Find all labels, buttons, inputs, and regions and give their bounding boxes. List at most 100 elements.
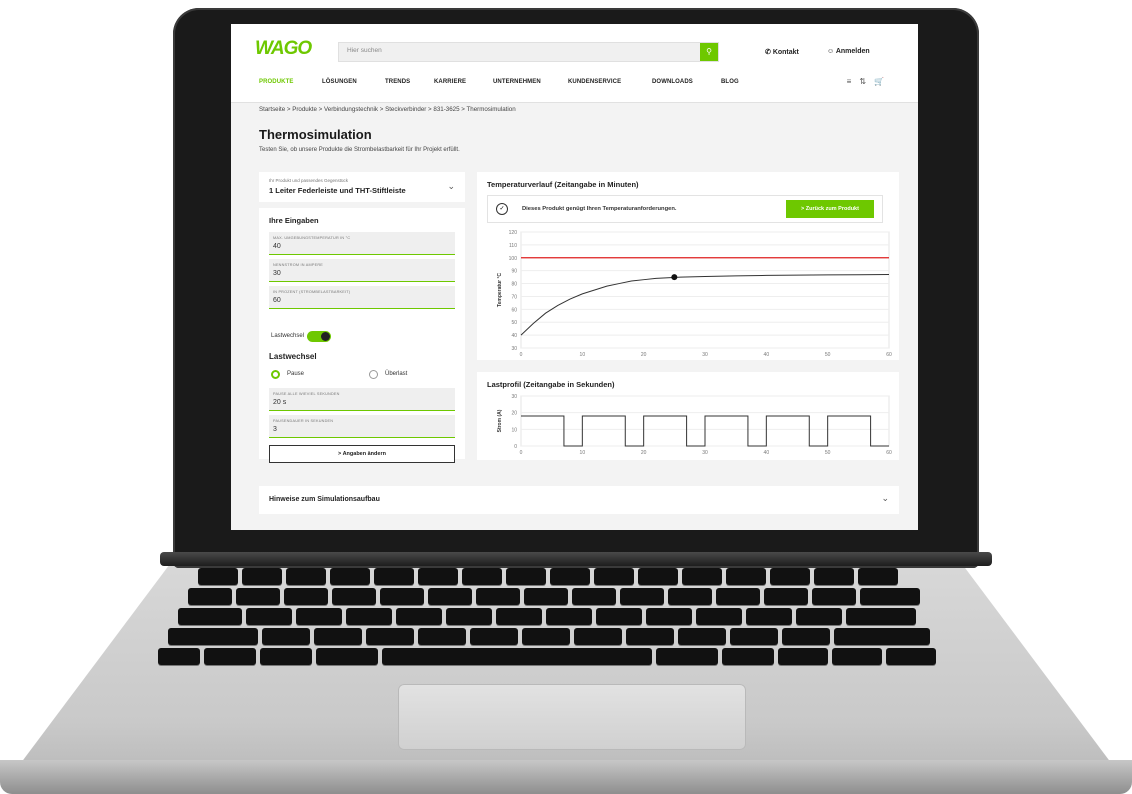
- x-tick-label: 40: [764, 450, 770, 456]
- accordion-title: Hinweise zum Simulationsaufbau: [269, 496, 380, 503]
- temperature-chart: 30 40 50 60 70 80 90 100 110 120 0 10 20 30 40 50 60 Temp…: [497, 230, 892, 358]
- x-tick-label: 0: [520, 450, 523, 456]
- y-tick-label: 70: [511, 294, 517, 300]
- y-tick-label: 60: [511, 307, 517, 313]
- field-value: 40: [273, 243, 281, 250]
- nav-produkte[interactable]: PRODUKTE: [259, 79, 293, 85]
- x-tick-label: 50: [825, 450, 831, 456]
- pause-duration-field[interactable]: PAUSENDAUER IN SEKUNDEN 3: [269, 415, 455, 438]
- field-value: 60: [273, 297, 281, 304]
- y-tick-label: 40: [511, 333, 517, 339]
- status-box: ✓ Dieses Produkt genügt Ihren Temperatur…: [487, 195, 883, 223]
- login-label: Anmelden: [835, 48, 870, 55]
- key-row-4: [168, 628, 930, 645]
- radio-overload-label: Überlast: [385, 371, 408, 377]
- y-tick-label: 50: [511, 320, 517, 326]
- field-label: PAUSE ALLE WIEVIEL SEKUNDEN: [273, 392, 340, 396]
- compare-icon[interactable]: ≡: [847, 77, 860, 86]
- field-value: 20 s: [273, 399, 287, 406]
- key-row-1: [198, 568, 898, 585]
- sync-icon[interactable]: ⇅: [859, 77, 874, 86]
- x-tick-label: 10: [580, 352, 586, 358]
- y-tick-label: 100: [509, 256, 518, 262]
- field-label: NENNSTROM IN AMPERE: [273, 263, 324, 267]
- radio-pause-label: Pause: [287, 371, 305, 377]
- x-tick-label: 30: [702, 450, 708, 456]
- key-row-2: [188, 588, 920, 605]
- field-value: 30: [273, 270, 281, 277]
- nav-loesungen[interactable]: LÖSUNGEN: [322, 79, 357, 85]
- page-title: Thermosimulation: [259, 127, 372, 142]
- y-tick-label: 110: [509, 243, 517, 249]
- radio-overload[interactable]: [369, 370, 378, 379]
- nav-downloads[interactable]: DOWNLOADS: [652, 79, 693, 85]
- contact-label: Kontakt: [772, 49, 799, 56]
- search-placeholder: Hier suchen: [347, 47, 382, 54]
- field-value: 3: [273, 426, 277, 433]
- field-label: PAUSENDAUER IN SEKUNDEN: [273, 419, 334, 423]
- x-tick-label: 40: [764, 352, 770, 358]
- user-icon: ☺: [827, 48, 836, 55]
- browser-screen: WAGO Hier suchen ⚲ ✆ Kontakt ☺ Anmelden …: [231, 24, 918, 530]
- x-tick-label: 0: [520, 352, 523, 358]
- load-profile-panel: Lastprofil (Zeitangabe in Sekunden) 0 10 2…: [477, 372, 899, 460]
- wago-logo[interactable]: WAGO: [255, 38, 312, 60]
- nav-unternehmen[interactable]: UNTERNEHMEN: [493, 79, 541, 85]
- field-label: MAX. UMGEBUNGSTEMPERATUR IN °C: [273, 236, 351, 240]
- check-circle-icon: ✓: [496, 203, 508, 215]
- x-tick-label: 30: [702, 352, 708, 358]
- ambient-temp-field[interactable]: MAX. UMGEBUNGSTEMPERATUR IN °C 40: [269, 232, 455, 255]
- toggle-knob: [321, 332, 330, 341]
- breadcrumb[interactable]: Startseite > Produkte > Verbindungstechn…: [259, 106, 516, 113]
- load-change-toggle[interactable]: [307, 331, 331, 342]
- y-tick-label: 80: [511, 282, 517, 288]
- y-tick-label: 10: [511, 427, 517, 433]
- pause-interval-field[interactable]: PAUSE ALLE WIEVIEL SEKUNDEN 20 s: [269, 388, 455, 411]
- status-text: Dieses Produkt genügt Ihren Temperaturan…: [522, 206, 677, 212]
- x-tick-label: 50: [825, 352, 831, 358]
- load-profile-chart: 0 10 20 30 0 10 20 30 40 50 60 Strom (A): [497, 394, 892, 456]
- load-profile-title: Lastprofil (Zeitangabe in Sekunden): [487, 380, 615, 389]
- product-select-value: 1 Leiter Federleiste und THT-Stiftleiste: [269, 186, 406, 195]
- product-select[interactable]: Ihr Produkt und passendes Gegenstück 1 L…: [259, 172, 465, 202]
- y-tick-label: 30: [511, 394, 517, 400]
- inputs-panel: Ihre Eingaben MAX. UMGEBUNGSTEMPERATUR I…: [259, 208, 465, 463]
- laptop-hinge: [160, 552, 992, 566]
- phone-icon: ✆: [765, 49, 773, 56]
- simulation-notes-accordion[interactable]: Hinweise zum Simulationsaufbau ⌄: [259, 486, 899, 514]
- rated-current-field[interactable]: NENNSTROM IN AMPERE 30: [269, 259, 455, 282]
- key-row-5: [158, 648, 936, 665]
- nav-blog[interactable]: BLOG: [721, 79, 739, 85]
- laptop-base-edge: [0, 760, 1132, 794]
- x-tick-label: 60: [886, 450, 892, 456]
- chevron-down-icon: ⌄: [881, 493, 889, 503]
- temperature-panel: Temperaturverlauf (Zeitangabe in Minuten…: [477, 172, 899, 360]
- x-tick-label: 20: [641, 450, 647, 456]
- load-change-title: Lastwechsel: [269, 352, 317, 361]
- nav-karriere[interactable]: KARRIERE: [434, 79, 466, 85]
- trackpad: [398, 684, 746, 750]
- key-row-3: [178, 608, 916, 625]
- y-axis-label: Temperatur °C: [497, 273, 503, 308]
- search-input[interactable]: Hier suchen ⚲: [338, 42, 719, 62]
- cart-icon[interactable]: 🛒: [874, 77, 892, 86]
- y-tick-label: 20: [511, 411, 517, 417]
- change-inputs-button[interactable]: > Angaben ändern: [269, 445, 455, 463]
- y-tick-label: 90: [511, 269, 517, 275]
- percent-load-field[interactable]: IN PROZENT (STROMBELASTBARKEIT) 60: [269, 286, 455, 309]
- page-subtitle: Testen Sie, ob unsere Produkte die Strom…: [259, 147, 460, 153]
- login-link[interactable]: ☺ Anmelden: [827, 48, 870, 55]
- inputs-title: Ihre Eingaben: [269, 216, 319, 225]
- keyboard: [140, 566, 1000, 674]
- current-point-marker: [671, 274, 678, 281]
- search-icon[interactable]: ⚲: [700, 43, 718, 61]
- series-line: [521, 415, 889, 447]
- contact-link[interactable]: ✆ Kontakt: [765, 48, 799, 56]
- radio-pause[interactable]: [271, 370, 280, 379]
- header-action-icons: ≡⇅🛒: [847, 77, 892, 86]
- chevron-down-icon: ⌄: [447, 181, 455, 191]
- nav-trends[interactable]: TRENDS: [385, 79, 410, 85]
- y-tick-label: 120: [509, 230, 518, 236]
- back-to-product-button[interactable]: > Zurück zum Produkt: [786, 200, 874, 218]
- nav-kundenservice[interactable]: KUNDENSERVICE: [568, 79, 621, 85]
